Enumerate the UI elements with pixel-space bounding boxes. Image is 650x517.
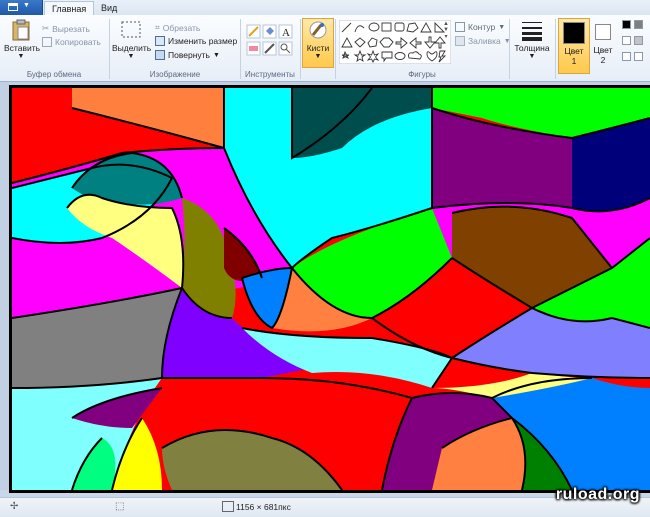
canvas-size-label: 1156 × 681пкс	[236, 502, 291, 512]
cut-label: Вырезать	[52, 23, 90, 34]
color2-swatch	[595, 24, 611, 40]
shapes-gallery[interactable]	[339, 20, 451, 64]
palette-swatch[interactable]	[634, 20, 643, 29]
clipboard-icon	[12, 19, 30, 41]
divider	[300, 19, 301, 79]
outline-icon	[455, 22, 465, 32]
rotate-label: Повернуть	[168, 50, 210, 60]
palette-swatch[interactable]	[634, 52, 643, 61]
brush-icon	[309, 21, 327, 39]
select-label: Выделить	[112, 43, 152, 53]
color2-label: Цвет	[593, 45, 613, 55]
resize-button[interactable]: Изменить размер	[155, 36, 237, 46]
resize-icon	[155, 36, 165, 46]
tools-group-label: Инструменты	[245, 70, 295, 79]
image-group-label: Изображение	[149, 70, 201, 79]
chevron-down-icon: ▼	[212, 51, 220, 59]
ribbon: Вставить ▼ ✂ Вырезать Копировать Буфер об…	[0, 15, 650, 82]
paste-button[interactable]: Вставить ▼	[4, 19, 41, 60]
line-width-icon	[522, 22, 542, 41]
cursor-position-icon: ✢	[10, 501, 19, 512]
palette-swatch[interactable]	[622, 20, 631, 29]
fill-bucket-icon[interactable]	[262, 24, 277, 39]
app-menu-button[interactable]: ▼	[0, 0, 43, 15]
crop-label: Обрезать	[162, 22, 201, 33]
color2-number: 2	[600, 55, 606, 65]
status-bar: ✢ ⬚ 1156 × 681пкс	[0, 497, 650, 517]
canvas-size-icon	[222, 501, 234, 512]
outline-label: Контур	[468, 22, 496, 32]
pencil-icon[interactable]	[246, 24, 261, 39]
cut-button[interactable]: ✂ Вырезать	[42, 23, 90, 34]
color1-swatch	[563, 22, 585, 44]
paste-label: Вставить	[4, 43, 41, 53]
clipboard-group-label: Буфер обмена	[26, 70, 82, 79]
palette-swatch[interactable]	[634, 36, 643, 45]
color1-number: 1	[571, 56, 577, 66]
selection-size-icon: ⬚	[115, 501, 125, 512]
palette-swatch[interactable]	[622, 36, 631, 45]
copy-icon	[42, 37, 52, 47]
crop-icon: ⌗	[155, 22, 160, 32]
color1-label: Цвет	[564, 46, 584, 56]
rotate-button[interactable]: Повернуть ▼	[155, 50, 220, 60]
gallery-scroll[interactable]: ▲ ▼ ▾	[442, 21, 450, 61]
svg-text:A: A	[282, 27, 290, 39]
scissors-icon: ✂	[42, 23, 50, 33]
chevron-down-icon: ▼	[528, 53, 536, 60]
canvas-area	[0, 82, 650, 493]
abstract-artwork	[12, 88, 650, 490]
select-button[interactable]: Выделить ▼	[112, 19, 152, 60]
shapes-group-label: Фигуры	[408, 70, 436, 79]
chevron-down-icon: ▼	[23, 2, 30, 9]
divider	[509, 19, 510, 79]
fill-label: Заливка	[468, 36, 501, 46]
brushes-button[interactable]: Кисти ▼	[302, 18, 334, 68]
tools-grid: A	[246, 24, 293, 56]
eraser-icon[interactable]	[246, 41, 261, 56]
divider	[555, 19, 556, 79]
resize-label: Изменить размер	[168, 36, 238, 46]
tab-home[interactable]: Главная	[44, 1, 95, 16]
size-label: Толщина	[514, 43, 550, 53]
chevron-down-icon: ▼	[127, 53, 135, 60]
tab-view[interactable]: Вид	[94, 1, 124, 15]
outline-button[interactable]: Контур ▼	[455, 22, 505, 32]
brushes-label: Кисти	[306, 43, 330, 53]
fill-icon	[455, 36, 465, 46]
size-button[interactable]: Толщина ▼	[512, 19, 552, 60]
color1-button[interactable]: Цвет 1	[558, 18, 590, 74]
chevron-down-icon: ▼	[498, 23, 506, 31]
drawing-canvas[interactable]	[9, 85, 650, 493]
select-rectangle-icon	[121, 21, 141, 38]
copy-label: Копировать	[55, 37, 101, 47]
magnifier-icon[interactable]	[278, 41, 293, 56]
chevron-down-icon: ▼	[17, 53, 25, 60]
rotate-icon	[155, 50, 165, 60]
palette-swatch[interactable]	[622, 52, 631, 61]
title-bar: ▼ Главная Вид	[0, 0, 650, 16]
copy-button[interactable]: Копировать	[42, 37, 101, 47]
color-picker-icon[interactable]	[262, 41, 277, 56]
crop-button[interactable]: ⌗ Обрезать	[155, 22, 200, 33]
chevron-down-icon: ▼	[314, 53, 322, 60]
fill-button[interactable]: Заливка ▼	[455, 36, 511, 46]
watermark: ruload.org	[555, 486, 640, 503]
text-icon[interactable]: A	[278, 24, 293, 39]
color2-button[interactable]: Цвет 2	[590, 18, 616, 65]
paint-menu-icon	[8, 3, 18, 11]
